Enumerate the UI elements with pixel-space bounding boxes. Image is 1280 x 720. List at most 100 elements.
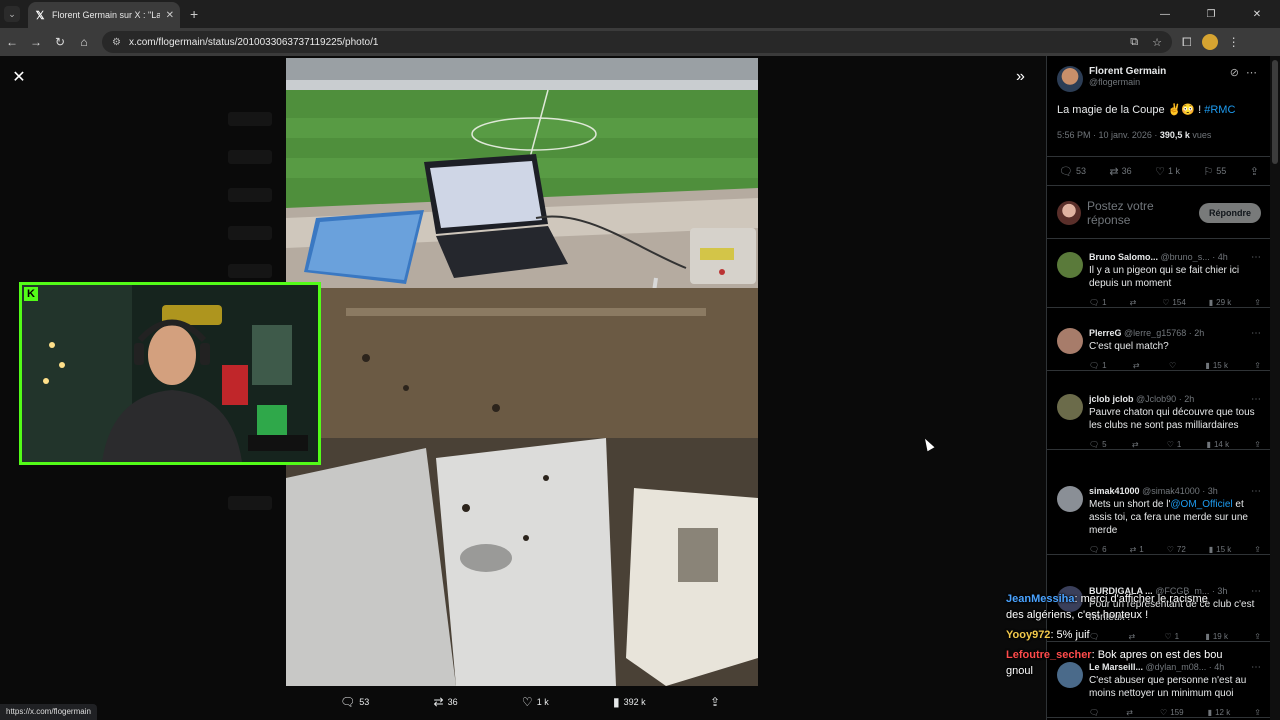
photo-views-button[interactable]: ▮ 392 k bbox=[613, 695, 646, 709]
reply-share-button[interactable]: ⇪ bbox=[1254, 440, 1261, 449]
reply-time[interactable]: · 2h bbox=[1179, 394, 1195, 404]
site-info-icon[interactable]: ⚙ bbox=[112, 37, 121, 48]
reply-icon: 🗨 bbox=[1089, 708, 1100, 717]
author-handle[interactable]: @flogermain bbox=[1089, 77, 1166, 87]
repost-button[interactable]: ⇄ 36 bbox=[1109, 165, 1131, 178]
reply-handle[interactable]: @Jclob90 bbox=[1136, 394, 1176, 404]
reply-more-icon[interactable]: ⋯ bbox=[1251, 662, 1261, 673]
author-avatar[interactable] bbox=[1057, 66, 1083, 92]
reply-views-button[interactable]: ▮ 12 k bbox=[1208, 708, 1231, 717]
photo-reply-button[interactable]: 🗨 53 bbox=[340, 695, 369, 709]
reply-repost-button[interactable]: ⇄ bbox=[1132, 440, 1142, 449]
reply-time[interactable]: · 2h bbox=[1189, 328, 1205, 338]
reply-author-name[interactable]: PIerreG bbox=[1089, 328, 1122, 338]
reply-time[interactable]: · 3h bbox=[1202, 486, 1218, 496]
reply-count-button[interactable]: 🗨 6 bbox=[1089, 545, 1107, 554]
reply-views-button[interactable]: ▮ 29 k bbox=[1209, 298, 1232, 307]
active-tab[interactable]: 𝕏 Florent Germain sur X : "La mag ✕ bbox=[28, 2, 180, 28]
install-app-icon[interactable]: ⧉ bbox=[1130, 36, 1138, 49]
tweet-author[interactable]: Florent Germain @flogermain ⊘ ⋯ bbox=[1057, 66, 1261, 92]
photo-repost-button[interactable]: ⇄ 36 bbox=[434, 695, 458, 709]
reply-more-icon[interactable]: ⋯ bbox=[1251, 586, 1261, 597]
reply-avatar[interactable] bbox=[1057, 328, 1083, 354]
reply-handle[interactable]: @simak41000 bbox=[1142, 486, 1200, 496]
reply-count-button[interactable]: 🗨 1 bbox=[1089, 361, 1107, 370]
reply-avatar[interactable] bbox=[1057, 394, 1083, 420]
url-text[interactable]: x.com/flogermain/status/2010033063737119… bbox=[129, 37, 1116, 48]
reply-count-button[interactable]: 🗨 5 bbox=[1089, 440, 1107, 449]
author-name[interactable]: Florent Germain bbox=[1089, 66, 1166, 77]
reply-like-button[interactable]: ♡ 154 bbox=[1162, 298, 1186, 307]
profile-avatar[interactable] bbox=[1201, 34, 1218, 50]
photo-share-button[interactable]: ⇪ bbox=[710, 695, 720, 709]
reply-share-button[interactable]: ⇪ bbox=[1254, 298, 1261, 307]
reply-more-icon[interactable]: ⋯ bbox=[1251, 328, 1261, 339]
reply-handle[interactable]: @bruno_s... bbox=[1161, 252, 1210, 262]
kick-logo-icon: K bbox=[24, 287, 38, 301]
omnibox[interactable]: ⚙ x.com/flogermain/status/20100330637371… bbox=[102, 31, 1172, 53]
mention-link[interactable]: @OM_Officiel bbox=[1170, 499, 1232, 510]
reply-repost-button[interactable]: ⇄ bbox=[1133, 361, 1143, 370]
reply-views-button[interactable]: ▮ 14 k bbox=[1207, 440, 1230, 449]
grok-icon[interactable]: ⊘ bbox=[1230, 66, 1239, 79]
reply-share-button[interactable]: ⇪ bbox=[1254, 708, 1261, 717]
hashtag-link[interactable]: #RMC bbox=[1204, 104, 1235, 116]
reply-views-button[interactable]: ▮ 15 k bbox=[1205, 361, 1228, 370]
reply-button[interactable]: 🗨 53 bbox=[1059, 165, 1086, 178]
reply-avatar[interactable] bbox=[1057, 486, 1083, 512]
reply-like-button[interactable]: ♡ 72 bbox=[1167, 545, 1186, 554]
reply-item[interactable]: simak41000 @simak41000 · 3h ⋯ Mets un shor… bbox=[1047, 478, 1271, 555]
reply-like-button[interactable]: ♡ 159 bbox=[1160, 708, 1184, 717]
tab-search-menu-icon[interactable]: ⌄ bbox=[4, 6, 20, 22]
back-icon[interactable]: ← bbox=[0, 30, 24, 54]
reply-more-icon[interactable]: ⋯ bbox=[1251, 486, 1261, 497]
reply-like-button[interactable]: ♡ 1 bbox=[1167, 440, 1182, 449]
scrollbar-thumb[interactable] bbox=[1272, 60, 1278, 164]
tweet-timestamp[interactable]: 5:56 PM · 10 janv. 2026 · bbox=[1057, 130, 1160, 140]
reply-handle[interactable]: @lerre_g15768 bbox=[1124, 328, 1186, 338]
reply-count-button[interactable]: 🗨 bbox=[1089, 708, 1102, 717]
reply-more-icon[interactable]: ⋯ bbox=[1251, 394, 1261, 405]
reply-input[interactable]: Postez votre réponse bbox=[1087, 199, 1193, 227]
reply-avatar[interactable] bbox=[1057, 252, 1083, 278]
views-chart-icon: ▮ bbox=[613, 695, 620, 709]
reply-share-button[interactable]: ⇪ bbox=[1254, 545, 1261, 554]
expand-panel-icon[interactable]: » bbox=[1016, 68, 1025, 86]
bookmark-button[interactable]: ⚐ 55 bbox=[1203, 165, 1226, 178]
minimize-icon[interactable]: — bbox=[1142, 0, 1188, 28]
browser-menu-icon[interactable]: ⋮ bbox=[1228, 35, 1240, 49]
photo-like-button[interactable]: ♡ 1 k bbox=[522, 695, 549, 709]
reply-share-button[interactable]: ⇪ bbox=[1254, 632, 1261, 641]
like-button[interactable]: ♡ 1 k bbox=[1155, 165, 1180, 178]
tweet-photo[interactable] bbox=[286, 58, 758, 686]
tab-close-icon[interactable]: ✕ bbox=[166, 10, 174, 21]
reply-count-button[interactable]: 🗨 1 bbox=[1089, 298, 1107, 307]
reply-views-button[interactable]: ▮ 15 k bbox=[1209, 545, 1232, 554]
reply-author-name[interactable]: jclob jclob bbox=[1089, 394, 1134, 404]
panel-scrollbar[interactable] bbox=[1270, 56, 1280, 720]
reply-item[interactable]: jclob jclob @Jclob90 · 2h ⋯ Pauvre chaton … bbox=[1047, 386, 1271, 450]
reply-repost-button[interactable]: ⇄ bbox=[1130, 298, 1140, 307]
home-icon[interactable]: ⌂ bbox=[72, 30, 96, 54]
share-button[interactable]: ⇪ bbox=[1250, 165, 1259, 178]
reply-submit-button[interactable]: Répondre bbox=[1198, 202, 1261, 223]
close-viewer-icon[interactable]: ✕ bbox=[10, 68, 28, 86]
reply-like-button[interactable]: ♡ bbox=[1169, 361, 1179, 370]
reply-author-name[interactable]: Bruno Salomo... bbox=[1089, 252, 1158, 262]
restore-icon[interactable]: ❐ bbox=[1188, 0, 1234, 28]
reload-icon[interactable]: ↻ bbox=[48, 30, 72, 54]
reply-repost-button[interactable]: ⇄ 1 bbox=[1130, 545, 1144, 554]
reply-item[interactable]: Bruno Salomo... @bruno_s... · 4h ⋯ Il y a … bbox=[1047, 244, 1271, 308]
more-options-icon[interactable]: ⋯ bbox=[1246, 66, 1257, 79]
bookmark-star-icon[interactable]: ☆ bbox=[1152, 36, 1162, 49]
reply-repost-button[interactable]: ⇄ bbox=[1126, 708, 1136, 717]
new-tab-icon[interactable]: + bbox=[190, 6, 198, 22]
forward-icon[interactable]: → bbox=[24, 30, 48, 54]
reply-time[interactable]: · 4h bbox=[1212, 252, 1228, 262]
reply-share-button[interactable]: ⇪ bbox=[1254, 361, 1261, 370]
reply-more-icon[interactable]: ⋯ bbox=[1251, 252, 1261, 263]
window-close-icon[interactable]: ✕ bbox=[1234, 0, 1280, 28]
reply-author-name[interactable]: simak41000 bbox=[1089, 486, 1140, 496]
extensions-icon[interactable]: ⧠ bbox=[1182, 35, 1192, 50]
reply-item[interactable]: PIerreG @lerre_g15768 · 2h ⋯ C'est quel ma… bbox=[1047, 320, 1271, 371]
